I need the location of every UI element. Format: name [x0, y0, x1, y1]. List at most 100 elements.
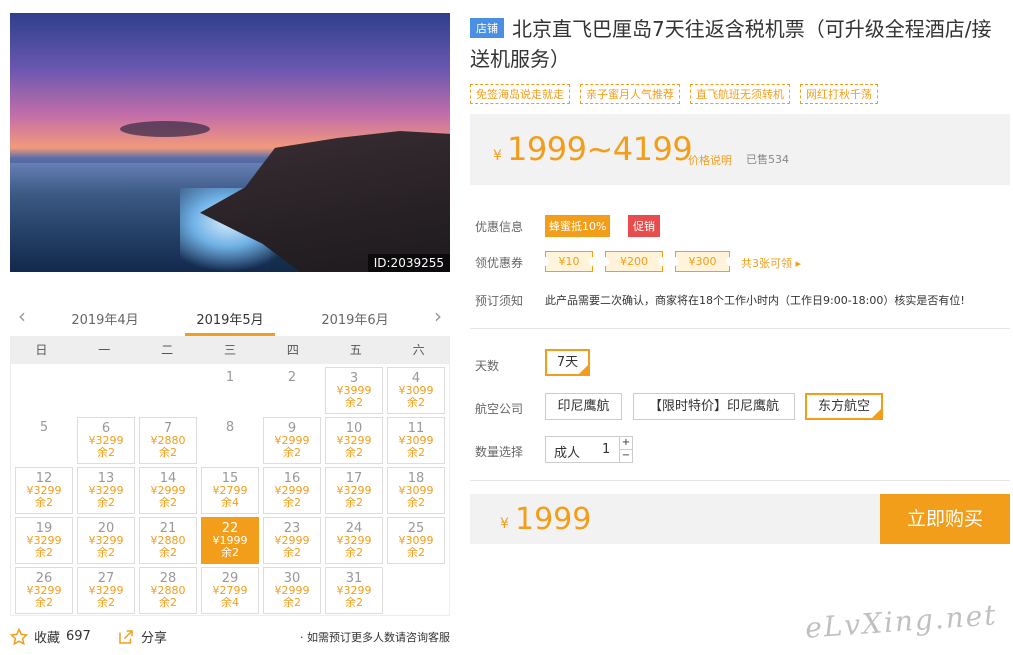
calendar-day[interactable]: 10 ¥3299 余2 [325, 417, 383, 464]
day-remaining: 余2 [97, 446, 115, 459]
day-remaining: 余2 [407, 496, 425, 509]
favorite-label: 收藏 [34, 631, 61, 646]
calendar-day[interactable]: 24 ¥3299 余2 [325, 517, 383, 564]
calendar-day[interactable]: 3 ¥3999 余2 [325, 367, 383, 414]
calendar-day[interactable]: 29 ¥2799 余4 [201, 567, 259, 614]
weekday-wed: 三 [224, 343, 237, 357]
calendar-day: 5 [15, 417, 73, 464]
favorite-count: 697 [66, 629, 91, 644]
share-icon [119, 629, 133, 644]
photo-cloud [120, 121, 210, 137]
month-tab-may[interactable]: 2019年5月 [180, 309, 280, 328]
quantity-value[interactable]: 1 [602, 442, 610, 457]
section-divider [470, 480, 1010, 481]
shop-tag[interactable]: 店铺 [470, 18, 504, 38]
quantity-minus-button[interactable]: − [619, 450, 632, 463]
calendar-day[interactable]: 14 ¥2999 余2 [139, 467, 197, 514]
promo-label: 优惠信息 [475, 220, 524, 234]
calendar-day[interactable]: 19 ¥3299 余2 [15, 517, 73, 564]
calendar-day[interactable]: 21 ¥2880 余2 [139, 517, 197, 564]
coupon-300[interactable]: ¥300 [671, 251, 734, 272]
airline-label: 航空公司 [475, 402, 524, 416]
section-divider [470, 328, 1010, 329]
quantity-label: 数量选择 [475, 445, 524, 459]
product-title-block: 店铺 北京直飞巴厘岛7天往返含税机票（可升级全程酒店/接送机服务） [470, 14, 1000, 74]
airline-option-garuda[interactable]: 印尼鹰航 [545, 393, 622, 420]
calendar-day[interactable]: 20 ¥3299 余2 [77, 517, 135, 564]
calendar-day[interactable]: 25 ¥3099 余2 [387, 517, 445, 564]
price-currency: ¥ [493, 148, 502, 164]
calendar-day[interactable]: 13 ¥3299 余2 [77, 467, 135, 514]
day-remaining: 余2 [35, 596, 53, 609]
prev-month-arrow-icon[interactable]: ‹ [15, 306, 29, 327]
coupon-200[interactable]: ¥200 [601, 251, 667, 272]
weekday-header: 日 一 二 三 四 五 六 [10, 336, 450, 364]
calendar-day[interactable]: 6 ¥3299 余2 [77, 417, 135, 464]
calendar-day[interactable]: 30 ¥2999 余2 [263, 567, 321, 614]
calendar-day[interactable]: 16 ¥2999 余2 [263, 467, 321, 514]
photo-id-label: ID:2039255 [367, 254, 450, 272]
month-tab-june[interactable]: 2019年6月 [305, 309, 405, 328]
day-remaining: 余2 [97, 496, 115, 509]
airline-option-garuda-special[interactable]: 【限时特价】印尼鹰航 [633, 393, 795, 420]
calendar-day[interactable]: 15 ¥2799 余4 [201, 467, 259, 514]
day-remaining: 余2 [407, 546, 425, 559]
quantity-plus-button[interactable]: + [619, 437, 632, 450]
service-note[interactable]: · 如需预订更多人数请咨询客服 [300, 629, 450, 645]
total-currency: ¥ [500, 516, 509, 532]
calendar-day: 2 [263, 367, 321, 414]
calendar-day-selected[interactable]: 22 ¥1999 余2 [201, 517, 259, 564]
day-remaining: 余2 [407, 396, 425, 409]
calendar-day[interactable]: 12 ¥3299 余2 [15, 467, 73, 514]
calendar-day[interactable]: 23 ¥2999 余2 [263, 517, 321, 564]
calendar-day[interactable]: 28 ¥2880 余2 [139, 567, 197, 614]
weekday-sat: 六 [412, 343, 425, 357]
price-note-link[interactable]: 价格说明 [688, 152, 732, 168]
days-option-7[interactable]: 7天 [545, 349, 590, 376]
feature-tags: 免签海岛说走就走 亲子蜜月人气推荐 直飞航班无须转机 网红打秋千荡 [470, 84, 878, 104]
day-remaining: 余4 [221, 596, 239, 609]
day-number: 1 [225, 370, 235, 385]
airline-option-china-eastern[interactable]: 东方航空 [805, 393, 883, 420]
quantity-type: 成人 [554, 446, 581, 461]
day-remaining: 余2 [159, 446, 177, 459]
day-number: 5 [39, 420, 49, 435]
calendar-day[interactable]: 7 ¥2880 余2 [139, 417, 197, 464]
day-remaining: 余2 [345, 446, 363, 459]
promo-badge: 蜂蜜抵10% [545, 215, 611, 237]
calendar-day: 1 [201, 367, 259, 414]
calendar-day: 8 [201, 417, 259, 464]
calendar-day[interactable]: 4 ¥3099 余2 [387, 367, 445, 414]
feature-tag: 网红打秋千荡 [800, 84, 878, 104]
weekday-sun: 日 [35, 343, 48, 357]
coupon-10[interactable]: ¥10 [541, 251, 597, 272]
calendar-day[interactable]: 11 ¥3099 余2 [387, 417, 445, 464]
calendar-day[interactable]: 9 ¥2999 余2 [263, 417, 321, 464]
price-range: 1999~4199 [507, 130, 693, 168]
calendar-day[interactable]: 31 ¥3299 余2 [325, 567, 383, 614]
day-remaining: 余2 [35, 496, 53, 509]
sold-count: 已售534 [746, 153, 789, 166]
weekday-tue: 二 [161, 343, 174, 357]
calendar-header: ‹ 2019年4月 2019年5月 2019年6月 › [10, 301, 450, 336]
favorite-button[interactable]: 收藏 697 [10, 627, 91, 646]
notice-label: 预订须知 [475, 294, 524, 308]
days-label: 天数 [475, 359, 500, 373]
weekday-fri: 五 [349, 343, 362, 357]
calendar-day[interactable]: 26 ¥3299 余2 [15, 567, 73, 614]
coupon-more-link[interactable]: 共3张可领 ▸ [741, 255, 801, 271]
social-bar: 收藏 697 分享 · 如需预订更多人数请咨询客服 [10, 627, 450, 647]
feature-tag: 亲子蜜月人气推荐 [580, 84, 680, 104]
share-button[interactable]: 分享 [117, 627, 167, 646]
product-photo[interactable]: ID:2039255 [10, 13, 450, 272]
next-month-arrow-icon[interactable]: › [431, 306, 445, 327]
month-tab-april[interactable]: 2019年4月 [55, 309, 155, 328]
calendar-day[interactable]: 18 ¥3099 余2 [387, 467, 445, 514]
day-number: 2 [287, 370, 297, 385]
quantity-stepper: 成人 1 + − [545, 436, 633, 463]
day-remaining: 余4 [221, 496, 239, 509]
buy-now-button[interactable]: 立即购买 [880, 494, 1010, 544]
calendar-day[interactable]: 17 ¥3299 余2 [325, 467, 383, 514]
calendar-day[interactable]: 27 ¥3299 余2 [77, 567, 135, 614]
weekday-thu: 四 [286, 343, 299, 357]
